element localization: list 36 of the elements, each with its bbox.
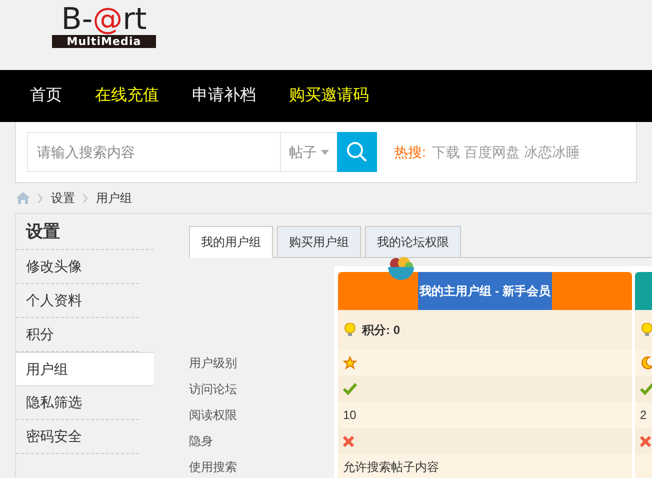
permission-label: 阅读权限 bbox=[189, 407, 238, 424]
sidebar-item[interactable]: 修改头像 bbox=[16, 250, 139, 284]
lightbulb-icon bbox=[344, 323, 356, 337]
tab[interactable]: 我的用户组 bbox=[189, 226, 273, 258]
lightbulb-icon bbox=[641, 323, 652, 337]
search-field[interactable]: 请输入搜索内容 bbox=[27, 132, 281, 172]
nav-link[interactable]: 在线充值 bbox=[95, 84, 159, 108]
permission-label: 访问论坛 bbox=[189, 381, 238, 398]
permission-value: 10 bbox=[343, 407, 356, 424]
card-title: 我的主用户组 - 新手会员 bbox=[418, 272, 552, 310]
permission-value: 2 bbox=[640, 407, 647, 424]
tab[interactable]: 购买用户组 bbox=[277, 226, 361, 257]
home-icon[interactable] bbox=[16, 192, 30, 204]
nav-link[interactable]: 购买邀请码 bbox=[289, 84, 369, 108]
nav-link[interactable]: 首页 bbox=[30, 84, 62, 108]
permission-label: 使用搜索 bbox=[189, 459, 238, 476]
permission-value: 允许搜索帖子内容 bbox=[343, 459, 439, 476]
sidebar-item[interactable]: 密码安全 bbox=[16, 420, 139, 454]
sidebar-title: 设置 bbox=[16, 214, 154, 250]
logo[interactable]: B-@rt MultiMedia bbox=[52, 5, 156, 48]
chevron-icon bbox=[83, 194, 88, 202]
breadcrumb-link[interactable]: 设置 bbox=[51, 189, 75, 207]
tab[interactable]: 我的论坛权限 bbox=[365, 226, 461, 257]
sidebar-item[interactable]: 个人资料 bbox=[16, 284, 139, 318]
points-label: 积分: 0 bbox=[362, 322, 400, 339]
sidebar-item[interactable]: 隐私筛选 bbox=[16, 386, 139, 420]
search-icon bbox=[346, 141, 368, 163]
breadcrumb-link[interactable]: 用户组 bbox=[96, 189, 132, 207]
nav-link[interactable]: 申请补档 bbox=[192, 84, 256, 108]
permission-label: 隐身 bbox=[189, 433, 214, 450]
hot-search-label: 热搜: bbox=[394, 142, 426, 162]
permission-label: 用户级别 bbox=[189, 355, 238, 372]
chevron-icon bbox=[38, 194, 43, 202]
caret-icon bbox=[321, 150, 329, 154]
search-button[interactable] bbox=[337, 132, 377, 172]
sidebar-item[interactable]: 用户组 bbox=[16, 352, 154, 386]
